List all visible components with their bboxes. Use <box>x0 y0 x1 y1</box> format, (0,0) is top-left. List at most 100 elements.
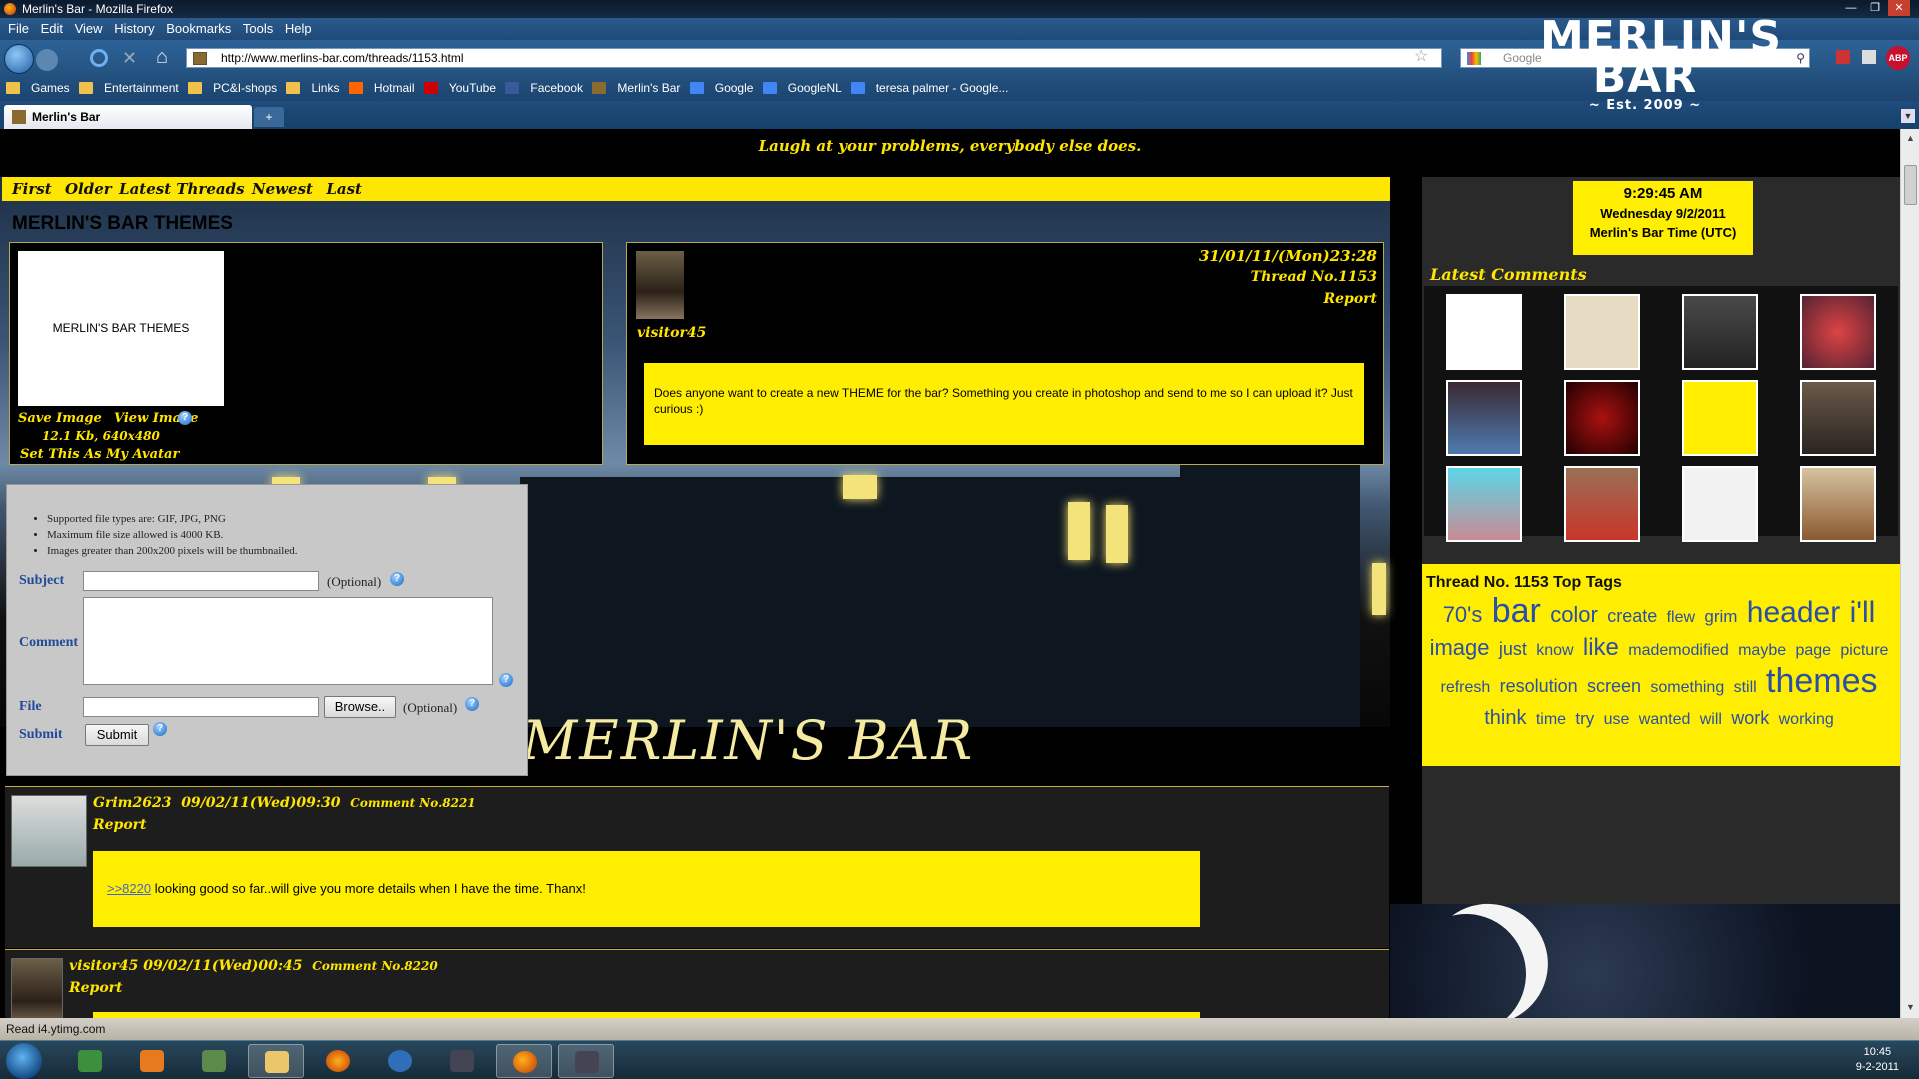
browse-button[interactable]: Browse.. <box>324 696 396 718</box>
post-username[interactable]: visitor45 <box>637 325 706 341</box>
tag-link[interactable]: grim <box>1704 607 1737 626</box>
menu-edit[interactable]: Edit <box>41 21 63 36</box>
tag-link[interactable]: will <box>1700 711 1722 728</box>
addon-icon[interactable] <box>1862 50 1876 64</box>
report-link[interactable]: Report <box>93 817 147 833</box>
bookmark-pc-shops[interactable]: PC&I-shops <box>188 81 277 95</box>
bookmark-google[interactable]: Google <box>689 81 753 95</box>
bookmark-merlins-bar[interactable]: Merlin's Bar <box>592 81 680 95</box>
file-input[interactable] <box>83 697 319 717</box>
tag-link[interactable]: themes <box>1766 662 1878 700</box>
taskbar-app[interactable] <box>62 1044 118 1078</box>
tag-link[interactable]: image <box>1430 635 1490 660</box>
help-icon[interactable]: ? <box>465 697 479 711</box>
bookmark-games[interactable]: Games <box>6 81 70 95</box>
page-scrollbar[interactable]: ▲ ▼ <box>1900 129 1919 1018</box>
taskbar-app[interactable] <box>558 1044 614 1078</box>
comment-thumbnail[interactable] <box>1446 294 1522 370</box>
bookmark-entertainment[interactable]: Entertainment <box>79 81 179 95</box>
home-icon[interactable]: ⌂ <box>156 46 168 69</box>
search-icon[interactable]: ⚲ <box>1796 49 1805 67</box>
taskbar-app[interactable] <box>186 1044 242 1078</box>
taskbar-app[interactable] <box>310 1044 366 1078</box>
comment-username[interactable]: Grim2623 <box>93 795 171 811</box>
scroll-down-icon[interactable]: ▼ <box>1904 1002 1917 1014</box>
submit-button[interactable]: Submit <box>85 724 149 746</box>
tag-link[interactable]: think <box>1484 707 1526 729</box>
menu-history[interactable]: History <box>114 21 154 36</box>
tag-link[interactable]: use <box>1604 711 1630 728</box>
scroll-thumb[interactable] <box>1904 165 1917 205</box>
quote-link[interactable]: >>8220 <box>107 881 151 896</box>
comment-thumbnail[interactable] <box>1446 380 1522 456</box>
taskbar-app[interactable] <box>372 1044 428 1078</box>
menu-file[interactable]: File <box>8 21 29 36</box>
help-icon[interactable]: ? <box>153 722 167 736</box>
comment-thumbnail[interactable] <box>1800 294 1876 370</box>
tab-merlins-bar[interactable]: Merlin's Bar <box>4 105 252 129</box>
tag-link[interactable]: just <box>1499 639 1527 659</box>
tag-link[interactable]: working <box>1779 711 1834 728</box>
scroll-up-icon[interactable]: ▲ <box>1904 133 1917 145</box>
maximize-button[interactable]: ❐ <box>1864 0 1886 16</box>
user-avatar[interactable] <box>11 795 87 867</box>
help-icon[interactable]: ? <box>390 572 404 586</box>
nav-last[interactable]: Last <box>326 180 362 198</box>
tag-link[interactable]: create <box>1607 606 1657 626</box>
set-avatar-link[interactable]: Set This As My Avatar <box>20 447 179 462</box>
comment-thumbnail[interactable] <box>1564 380 1640 456</box>
tag-link[interactable]: like <box>1583 634 1619 661</box>
comment-textarea[interactable] <box>83 597 493 685</box>
bookmark-hotmail[interactable]: Hotmail <box>348 81 415 95</box>
bookmark-facebook[interactable]: Facebook <box>505 81 583 95</box>
tag-link[interactable]: still <box>1734 679 1757 696</box>
user-avatar[interactable] <box>11 958 63 1018</box>
help-icon[interactable]: ? <box>178 411 192 425</box>
menu-bookmarks[interactable]: Bookmarks <box>166 21 231 36</box>
taskbar-app[interactable] <box>434 1044 490 1078</box>
menu-tools[interactable]: Tools <box>243 21 273 36</box>
tag-link[interactable]: page <box>1795 642 1831 659</box>
minimize-button[interactable]: — <box>1840 0 1862 16</box>
tag-link[interactable]: refresh <box>1440 679 1490 696</box>
tab-list-icon[interactable]: ▼ <box>1901 109 1915 123</box>
comment-thumbnail[interactable] <box>1800 466 1876 542</box>
nav-first[interactable]: First <box>12 180 52 198</box>
tag-link[interactable]: time <box>1536 711 1566 728</box>
comment-thumbnail[interactable] <box>1564 466 1640 542</box>
taskbar-app[interactable] <box>124 1044 180 1078</box>
tag-link[interactable]: try <box>1575 709 1594 728</box>
close-button[interactable]: ✕ <box>1888 0 1910 16</box>
tag-link[interactable]: something <box>1650 679 1724 696</box>
comment-thumbnail[interactable] <box>1800 380 1876 456</box>
tag-link[interactable]: color <box>1550 602 1598 627</box>
adblock-icon[interactable]: ABP <box>1886 46 1910 70</box>
tag-link[interactable]: resolution <box>1500 676 1578 696</box>
new-tab-button[interactable]: + <box>254 107 284 127</box>
tag-link[interactable]: bar <box>1492 592 1541 630</box>
comment-username[interactable]: visitor45 <box>69 958 138 974</box>
tag-link[interactable]: picture <box>1840 642 1888 659</box>
reload-icon[interactable] <box>90 49 108 67</box>
menu-view[interactable]: View <box>75 21 103 36</box>
bookmark-links[interactable]: Links <box>286 81 339 95</box>
nav-latest-threads[interactable]: Latest Threads <box>119 180 245 198</box>
tag-link[interactable]: wanted <box>1639 711 1691 728</box>
addon-icon[interactable] <box>1836 50 1850 64</box>
report-link[interactable]: Report <box>69 980 123 996</box>
bookmark-teresa-palmer[interactable]: teresa palmer - Google... <box>850 81 1008 95</box>
report-link[interactable]: Report <box>1323 291 1377 307</box>
comment-thumbnail[interactable] <box>1682 380 1758 456</box>
tag-link[interactable]: know <box>1536 642 1573 659</box>
tag-link[interactable]: work <box>1731 708 1769 728</box>
tag-link[interactable]: header <box>1747 596 1840 629</box>
forward-button[interactable] <box>36 49 58 71</box>
start-button[interactable] <box>6 1043 42 1079</box>
subject-input[interactable] <box>83 571 319 591</box>
back-button[interactable] <box>4 44 34 74</box>
nav-newest[interactable]: Newest <box>252 180 313 198</box>
tag-link[interactable]: screen <box>1587 676 1641 696</box>
save-image-link[interactable]: Save Image <box>18 411 102 426</box>
tag-link[interactable]: i'll <box>1850 596 1876 629</box>
comment-thumbnail[interactable] <box>1446 466 1522 542</box>
